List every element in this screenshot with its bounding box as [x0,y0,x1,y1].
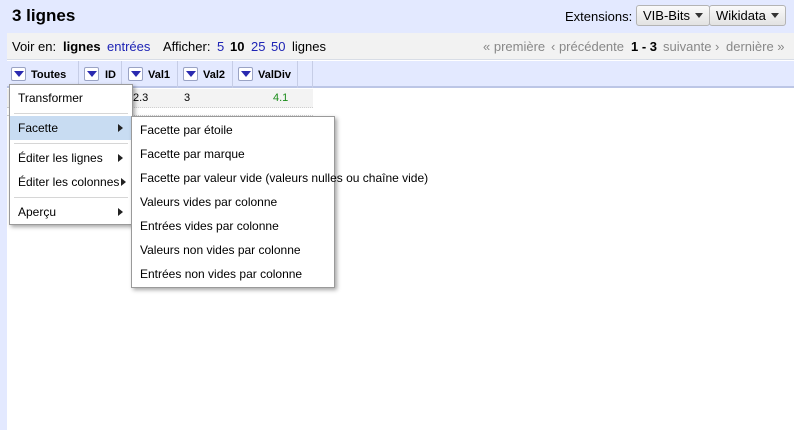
menu-item-label: Facette [18,121,59,135]
menu-item-label: Transformer [18,91,83,105]
column-label: ID [105,69,116,81]
column-label: ValDiv [258,69,292,81]
wikidata-button[interactable]: Wikidata [709,5,786,26]
column-label: Toutes [31,69,67,81]
dropdown-arrow-icon[interactable] [183,67,198,81]
chevron-down-icon [770,13,779,18]
submenu-item-label: Valeurs vides par colonne [140,195,278,209]
extensions-label: Extensions: [565,9,633,24]
menu-item-edit-rows[interactable]: Éditer les lignes [10,146,132,170]
submenu-item-label: Facette par étoile [140,123,233,137]
dropdown-arrow-icon[interactable] [84,67,99,81]
view-mode-rows[interactable]: lignes [63,39,101,54]
pagination-last[interactable]: dernière » [726,39,785,54]
dropdown-arrow-icon[interactable] [238,67,253,81]
menu-item-label: Éditer les lignes [18,151,103,165]
cell-val2[interactable]: 3 [184,89,190,107]
submenu-arrow-icon [121,178,126,186]
submenu-item-label: Facette par marque [140,147,245,161]
dropdown-arrow-icon[interactable] [11,67,26,81]
page-size-50-link[interactable]: 50 [271,39,285,54]
page-size-25-link[interactable]: 25 [251,39,265,54]
pagination-first[interactable]: « première [483,39,545,54]
menu-item-label: Aperçu [18,205,57,219]
submenu-arrow-icon [118,208,123,216]
view-mode-records-link[interactable]: entrées [107,39,150,54]
page-size-label: Afficher: [163,39,211,54]
wikidata-label: Wikidata [716,8,766,23]
submenu-item-star-facet[interactable]: Facette par étoile [132,118,233,142]
pagination-next[interactable]: suivante › [663,39,719,54]
page-size-10[interactable]: 10 [230,39,244,54]
submenu-item-nonblank-values-per-column[interactable]: Valeurs non vides par colonne [132,238,301,262]
vib-bits-button[interactable]: VIB-Bits [636,5,710,26]
submenu-item-nonblank-records-per-column[interactable]: Entrées non vides par colonne [132,262,302,286]
chevron-down-icon [694,13,703,18]
submenu-arrow-icon [118,154,123,162]
cell-valdiv[interactable]: 4.1 [273,89,288,107]
submenu-item-blank-facet[interactable]: Facette par valeur vide (valeurs nulles … [132,166,428,190]
submenu-item-flag-facet[interactable]: Facette par marque [132,142,245,166]
menu-item-label: Éditer les colonnes [18,175,120,189]
column-header-val2[interactable]: Val2 [178,61,233,88]
column-label: Val2 [203,69,226,81]
page-title: 3 lignes [12,6,76,25]
page-size-unit: lignes [292,39,326,54]
submenu-item-label: Entrées non vides par colonne [140,267,303,281]
submenu-arrow-icon [118,124,123,132]
column-menu: Transformer Facette Éditer les lignes Éd… [9,84,133,225]
view-controls-bar: Voir en: lignes entrées Afficher: 5 10 2… [7,33,794,60]
dropdown-arrow-icon[interactable] [128,67,143,81]
menu-item-edit-columns[interactable]: Éditer les colonnes [10,170,132,194]
column-label: Val1 [148,69,171,81]
view-mode-label: Voir en: [12,39,57,54]
menu-item-apercu[interactable]: Aperçu [10,200,132,224]
submenu-item-label: Valeurs non vides par colonne [140,243,301,257]
menu-separator [14,143,128,144]
app-root: 3 lignes Extensions: VIB-Bits Wikidata V… [0,0,794,430]
column-header-valdiv[interactable]: ValDiv [233,61,298,88]
menu-separator [14,197,128,198]
menu-item-transformer[interactable]: Transformer [10,86,132,110]
submenu-item-label: Entrées vides par colonne [140,219,279,233]
menu-item-facette[interactable]: Facette [10,116,132,140]
cell-val1[interactable]: 2.3 [133,89,148,107]
menu-separator [14,113,128,114]
pagination-previous[interactable]: ‹ précédente [551,39,624,54]
facet-submenu: Facette par étoile Facette par marque Fa… [131,116,428,288]
header-bar: 3 lignes Extensions: VIB-Bits Wikidata [7,0,794,33]
vib-bits-label: VIB-Bits [643,8,690,23]
submenu-item-blank-records-per-column[interactable]: Entrées vides par colonne [132,214,279,238]
submenu-item-blank-values-per-column[interactable]: Valeurs vides par colonne [132,190,277,214]
column-header-filler [298,61,313,88]
pagination-range: 1 - 3 [631,39,658,54]
submenu-item-label: Facette par valeur vide (valeurs nulles … [140,171,429,185]
page-size-5-link[interactable]: 5 [217,39,224,54]
